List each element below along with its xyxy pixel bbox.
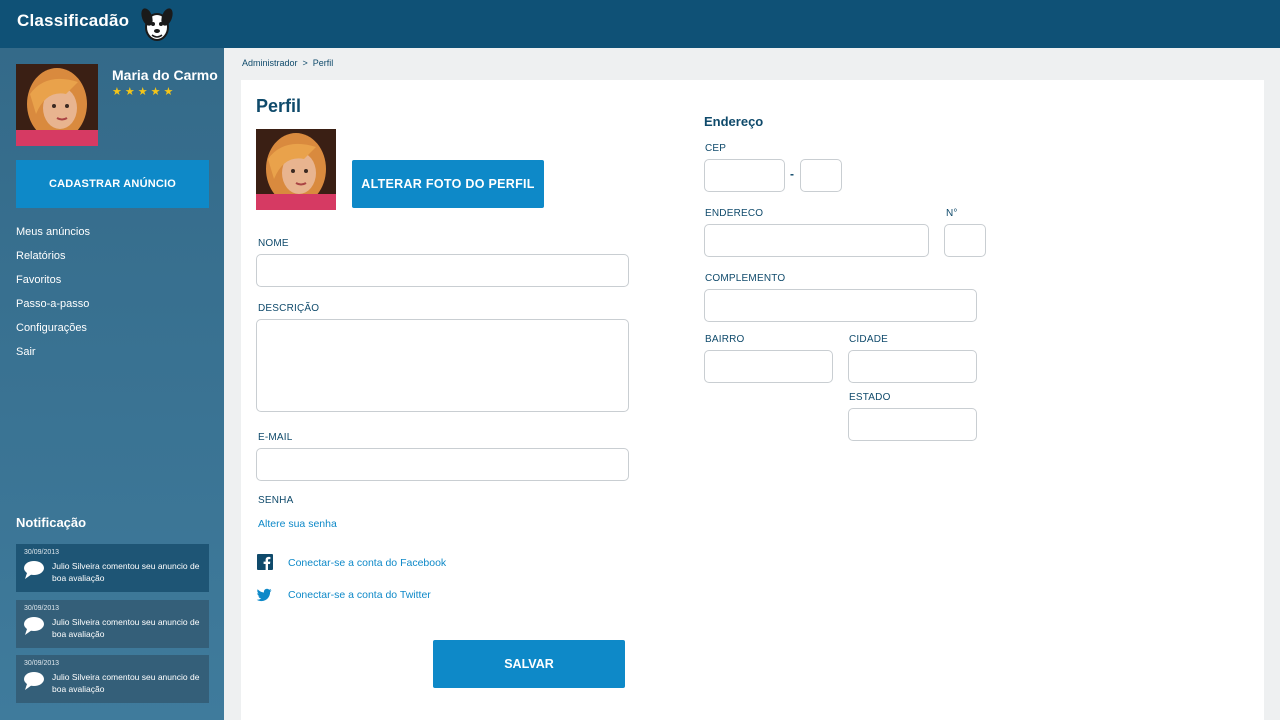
profile-photo bbox=[256, 129, 336, 210]
nome-label: NOME bbox=[258, 238, 289, 249]
dog-mascot-icon bbox=[141, 8, 173, 41]
create-ad-button[interactable]: CADASTRAR ANÚNCIO bbox=[16, 160, 209, 208]
address-section-title: Endereço bbox=[704, 114, 764, 129]
bairro-label: BAIRRO bbox=[705, 334, 745, 345]
breadcrumb-root[interactable]: Administrador bbox=[242, 58, 298, 68]
notification-date: 30/09/2013 bbox=[24, 660, 60, 667]
notification-text: Julio Silveira comentou seu anuncio de b… bbox=[52, 617, 200, 639]
breadcrumb: Administrador > Perfil bbox=[242, 58, 333, 68]
sidebar-item-sair[interactable]: Sair bbox=[16, 344, 90, 368]
estado-label: ESTADO bbox=[849, 392, 891, 403]
speech-bubble-icon bbox=[24, 617, 44, 635]
notification-text: Julio Silveira comentou seu anuncio de b… bbox=[52, 561, 200, 583]
speech-bubble-icon bbox=[24, 672, 44, 690]
email-label: E-MAIL bbox=[258, 432, 293, 443]
nome-input[interactable] bbox=[256, 254, 629, 287]
cidade-label: CIDADE bbox=[849, 334, 888, 345]
notification-item[interactable]: 30/09/2013 Julio Silveira comentou seu a… bbox=[16, 544, 209, 592]
numero-input[interactable] bbox=[944, 224, 986, 257]
speech-bubble-icon bbox=[24, 561, 44, 579]
notification-date: 30/09/2013 bbox=[24, 605, 60, 612]
notification-text: Julio Silveira comentou seu anuncio de b… bbox=[52, 672, 200, 694]
descricao-textarea[interactable] bbox=[256, 319, 629, 412]
endereco-label: ENDERECO bbox=[705, 208, 764, 219]
cidade-input[interactable] bbox=[848, 350, 977, 383]
twitter-connect-link[interactable]: Conectar-se a conta do Twitter bbox=[288, 589, 431, 601]
user-name: Maria do Carmo bbox=[112, 67, 218, 83]
breadcrumb-separator: > bbox=[302, 58, 308, 68]
save-button[interactable]: SALVAR bbox=[433, 640, 625, 688]
estado-input[interactable] bbox=[848, 408, 977, 441]
notification-date: 30/09/2013 bbox=[24, 549, 60, 556]
notification-item[interactable]: 30/09/2013 Julio Silveira comentou seu a… bbox=[16, 600, 209, 648]
sidebar-item-relatorios[interactable]: Relatórios bbox=[16, 248, 90, 272]
page-title: Perfil bbox=[256, 96, 302, 116]
numero-label: N° bbox=[946, 208, 958, 219]
notifications-title: Notificação bbox=[16, 515, 87, 530]
logo-text[interactable]: Classificadão bbox=[17, 11, 129, 31]
senha-label: SENHA bbox=[258, 495, 294, 506]
sidebar-item-passo-a-passo[interactable]: Passo-a-passo bbox=[16, 296, 90, 320]
bairro-input[interactable] bbox=[704, 350, 833, 383]
cep-separator: - bbox=[790, 167, 794, 181]
complemento-label: COMPLEMENTO bbox=[705, 273, 786, 284]
sidebar-item-meus-anuncios[interactable]: Meus anúncios bbox=[16, 224, 90, 248]
facebook-icon[interactable] bbox=[257, 554, 273, 570]
avatar[interactable] bbox=[16, 64, 98, 146]
cep-input-suffix[interactable] bbox=[800, 159, 842, 192]
breadcrumb-current: Perfil bbox=[312, 58, 334, 68]
sidebar: Maria do Carmo ★★★★★ CADASTRAR ANÚNCIO M… bbox=[0, 48, 224, 720]
descricao-label: DESCRIÇÃO bbox=[258, 303, 320, 314]
facebook-connect-link[interactable]: Conectar-se a conta do Facebook bbox=[288, 557, 446, 569]
notification-item[interactable]: 30/09/2013 Julio Silveira comentou seu a… bbox=[16, 655, 209, 703]
change-photo-button[interactable]: ALTERAR FOTO DO PERFIL bbox=[352, 160, 544, 208]
twitter-icon[interactable] bbox=[256, 587, 272, 603]
sidebar-menu: Meus anúncios Relatórios Favoritos Passo… bbox=[16, 224, 90, 368]
cep-label: CEP bbox=[705, 143, 727, 154]
endereco-input[interactable] bbox=[704, 224, 929, 257]
sidebar-item-configuracoes[interactable]: Configurações bbox=[16, 320, 90, 344]
rating-stars: ★★★★★ bbox=[112, 86, 177, 98]
top-header: Classificadão bbox=[0, 0, 1280, 48]
complemento-input[interactable] bbox=[704, 289, 977, 322]
email-input[interactable] bbox=[256, 448, 629, 481]
sidebar-item-favoritos[interactable]: Favoritos bbox=[16, 272, 90, 296]
cep-input-main[interactable] bbox=[704, 159, 785, 192]
change-password-link[interactable]: Altere sua senha bbox=[258, 518, 337, 530]
